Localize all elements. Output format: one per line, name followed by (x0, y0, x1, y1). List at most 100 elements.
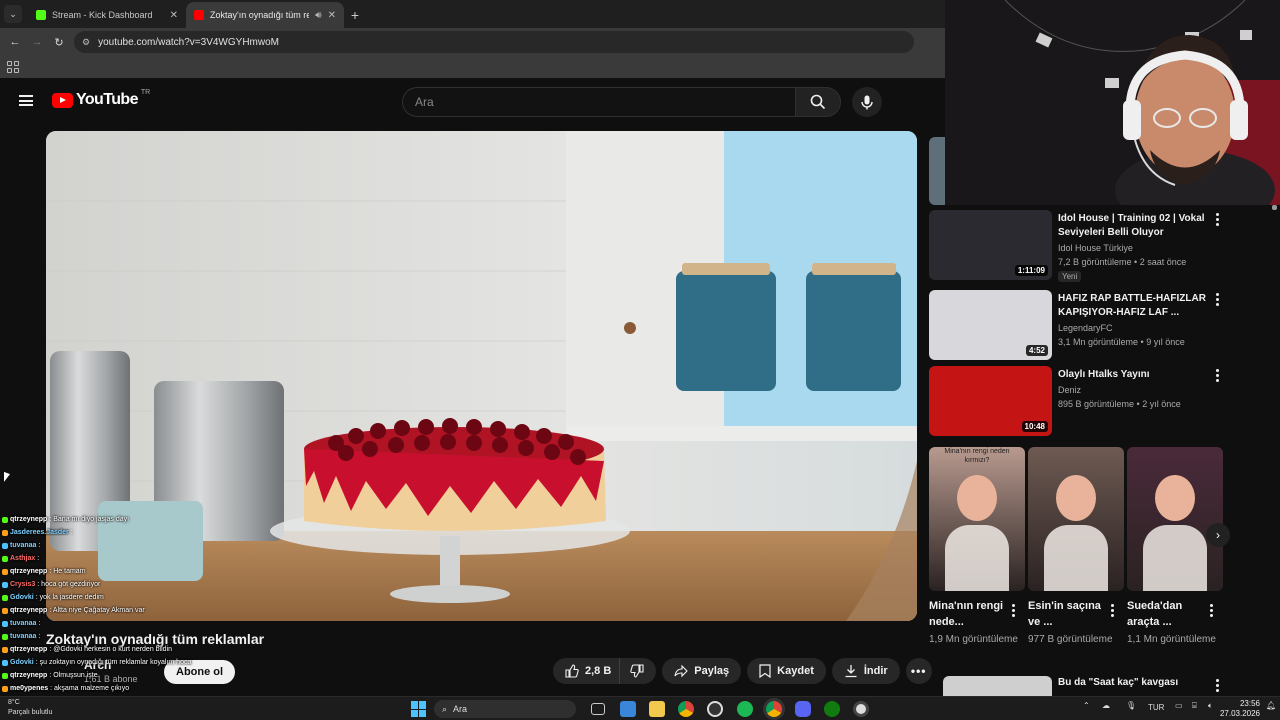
video-thumbnail[interactable]: 4:52 (929, 290, 1052, 360)
taskbar-search-label: Ara (453, 704, 468, 714)
partial-thumbnail[interactable] (929, 137, 945, 205)
channel-name[interactable]: Idol House Türkiye (1058, 243, 1133, 253)
chat-message: me0ypenes: akşama malzeme çıkıyo (0, 682, 300, 695)
youtube-logo[interactable]: YouTube TR (52, 89, 150, 109)
youtube-favicon-icon (194, 10, 204, 20)
browser-tab-kick[interactable]: Stream - Kick Dashboard ✕ (28, 2, 186, 28)
tab-search-button[interactable]: ⌄ (4, 5, 22, 23)
short-thumbnail[interactable] (1127, 447, 1223, 591)
xbox-icon[interactable] (824, 701, 840, 717)
more-actions-button[interactable]: ••• (905, 658, 932, 684)
search-button[interactable] (795, 87, 841, 117)
input-language[interactable]: TUR (1148, 703, 1164, 712)
speaker-icon[interactable]: 🔊︎ (315, 10, 321, 21)
more-options-icon[interactable] (1210, 604, 1214, 617)
url-field[interactable]: ⚙ youtube.com/watch?v=3V4WGYHmwoM (74, 31, 914, 53)
display-icon[interactable]: ▭ (1175, 701, 1183, 710)
forward-icon[interactable]: → (30, 36, 44, 48)
close-tab-icon[interactable]: ✕ (170, 10, 178, 21)
short-item[interactable]: Esin'in saçına ve ... 977 B görüntüleme (1028, 447, 1124, 647)
share-button[interactable]: Paylaş (662, 658, 742, 684)
store-icon[interactable] (620, 701, 636, 717)
search-input[interactable]: Ara (402, 87, 795, 117)
short-item[interactable]: Sueda'dan araçta ... 1,1 Mn görüntüleme (1127, 447, 1223, 647)
short-person-image (1056, 475, 1096, 521)
chat-text: : Bana mı diyo jasjas dayı (49, 516, 130, 523)
voice-search-button[interactable] (852, 87, 882, 117)
notification-bell-icon[interactable]: 🔔︎ (1266, 701, 1276, 710)
browser-tab-youtube[interactable]: Zoktay'ın oynadığı tüm rekl 🔊︎ ✕ (186, 2, 344, 28)
channel-name[interactable]: LegendaryFC (1058, 323, 1113, 333)
dislike-button[interactable] (619, 658, 657, 684)
more-options-icon[interactable] (1216, 679, 1220, 692)
apps-grid-icon[interactable] (7, 61, 19, 73)
chat-badge-icon (2, 646, 8, 653)
save-button[interactable]: Kaydet (747, 658, 826, 684)
chat-username: me0ypenes (10, 685, 49, 692)
channel-name[interactable]: Deniz (1058, 385, 1081, 395)
scrollbar[interactable] (1272, 205, 1277, 210)
more-options-icon[interactable] (1216, 293, 1220, 306)
chrome-active-icon[interactable] (766, 701, 782, 717)
app-icon[interactable] (853, 701, 869, 717)
chat-badge-icon (2, 594, 8, 601)
chat-message: qtrzeynepp: Olmuşsun işte (0, 669, 300, 682)
shorts-next-button[interactable]: › (1206, 523, 1230, 547)
chat-username: tuvanaa (10, 542, 37, 549)
short-thumbnail[interactable]: Mina'nın rengi neden kırmızı? (929, 447, 1025, 591)
system-clock[interactable]: 23:56 27.03.2026 (1216, 699, 1260, 719)
more-options-icon[interactable] (1216, 369, 1220, 382)
chat-username: qtrzeynepp (10, 516, 48, 523)
file-explorer-icon[interactable] (649, 701, 665, 717)
reload-icon[interactable]: ↻ (52, 36, 66, 49)
weather-widget[interactable]: 8°C Parçalı bulutlu (8, 698, 52, 718)
recommendation-item[interactable]: 4:52 HAFIZ RAP BATTLE-HAFIZLAR KAPIŞIYOR-… (929, 290, 1229, 360)
shorts-shelf: Mina'nın rengi neden kırmızı? Mina'nın re… (929, 447, 1230, 677)
chat-username: qtrzeynepp (10, 568, 48, 575)
like-button[interactable]: 2,8 B (553, 658, 620, 684)
chat-message: Gdovki: şu zoktayın oynadığı tüm reklaml… (0, 656, 300, 669)
short-views: 1,9 Mn görüntüleme (929, 634, 1018, 645)
site-info-icon[interactable]: ⚙ (82, 37, 90, 48)
microphone-icon (861, 95, 873, 109)
taskbar-search[interactable]: ⌕ Ara (434, 700, 576, 718)
more-options-icon[interactable] (1216, 213, 1220, 226)
youtube-header: YouTube TR Ara (0, 81, 945, 121)
youtube-play-icon (52, 92, 73, 108)
back-icon[interactable]: ← (8, 36, 22, 48)
short-item[interactable]: Mina'nın rengi neden kırmızı? Mina'nın re… (929, 447, 1025, 647)
download-button[interactable]: İndir (831, 658, 900, 684)
chat-username: tuvanaa (10, 620, 37, 627)
video-thumbnail[interactable]: 1:11:09 (929, 210, 1052, 280)
volume-icon[interactable]: 🔈︎ (1208, 701, 1213, 711)
spotify-icon[interactable] (737, 701, 753, 717)
task-view-icon[interactable] (591, 703, 605, 715)
recommendation-item[interactable]: Bu da "Saat kaç" kavgası (929, 676, 1229, 696)
search-icon: ⌕ (442, 703, 448, 714)
menu-icon[interactable] (19, 95, 33, 106)
video-metadata: 3,1 Mn görüntüleme • 9 yıl önce (1058, 337, 1185, 347)
close-tab-icon[interactable]: ✕ (328, 10, 336, 21)
recommendation-item[interactable]: 10:48 Olaylı Htalks Yayını Deniz 895 B görü… (929, 366, 1229, 436)
chat-text: : @Gdovki herkesin o kurt nerden bildin (49, 646, 173, 653)
mic-tray-icon[interactable]: 🎙︎ (1126, 701, 1136, 710)
chat-username: qtrzeynepp (10, 672, 48, 679)
network-icon[interactable]: ⌸ (1192, 701, 1197, 711)
more-options-icon[interactable] (1111, 604, 1115, 617)
more-options-icon[interactable] (1012, 604, 1016, 617)
new-tab-button[interactable]: + (344, 4, 366, 26)
chat-badge-icon (2, 633, 8, 640)
tray-chevron-icon[interactable]: ⌃ (1083, 701, 1090, 710)
short-thumbnail[interactable] (1028, 447, 1124, 591)
windows-start-icon[interactable] (411, 701, 427, 717)
video-thumbnail[interactable]: 10:48 (929, 366, 1052, 436)
short-title: Esin'in saçına ve ... (1028, 600, 1101, 628)
webcam-overlay (945, 0, 1280, 205)
discord-icon[interactable] (795, 701, 811, 717)
chrome-icon[interactable] (678, 701, 694, 717)
recommendation-item[interactable]: 1:11:09 Idol House | Training 02 | Vokal … (929, 210, 1229, 282)
obs-icon[interactable] (707, 701, 723, 717)
cloud-icon[interactable]: ☁ (1102, 701, 1110, 710)
video-thumbnail[interactable] (943, 676, 1052, 696)
bookmarks-bar (0, 56, 945, 78)
